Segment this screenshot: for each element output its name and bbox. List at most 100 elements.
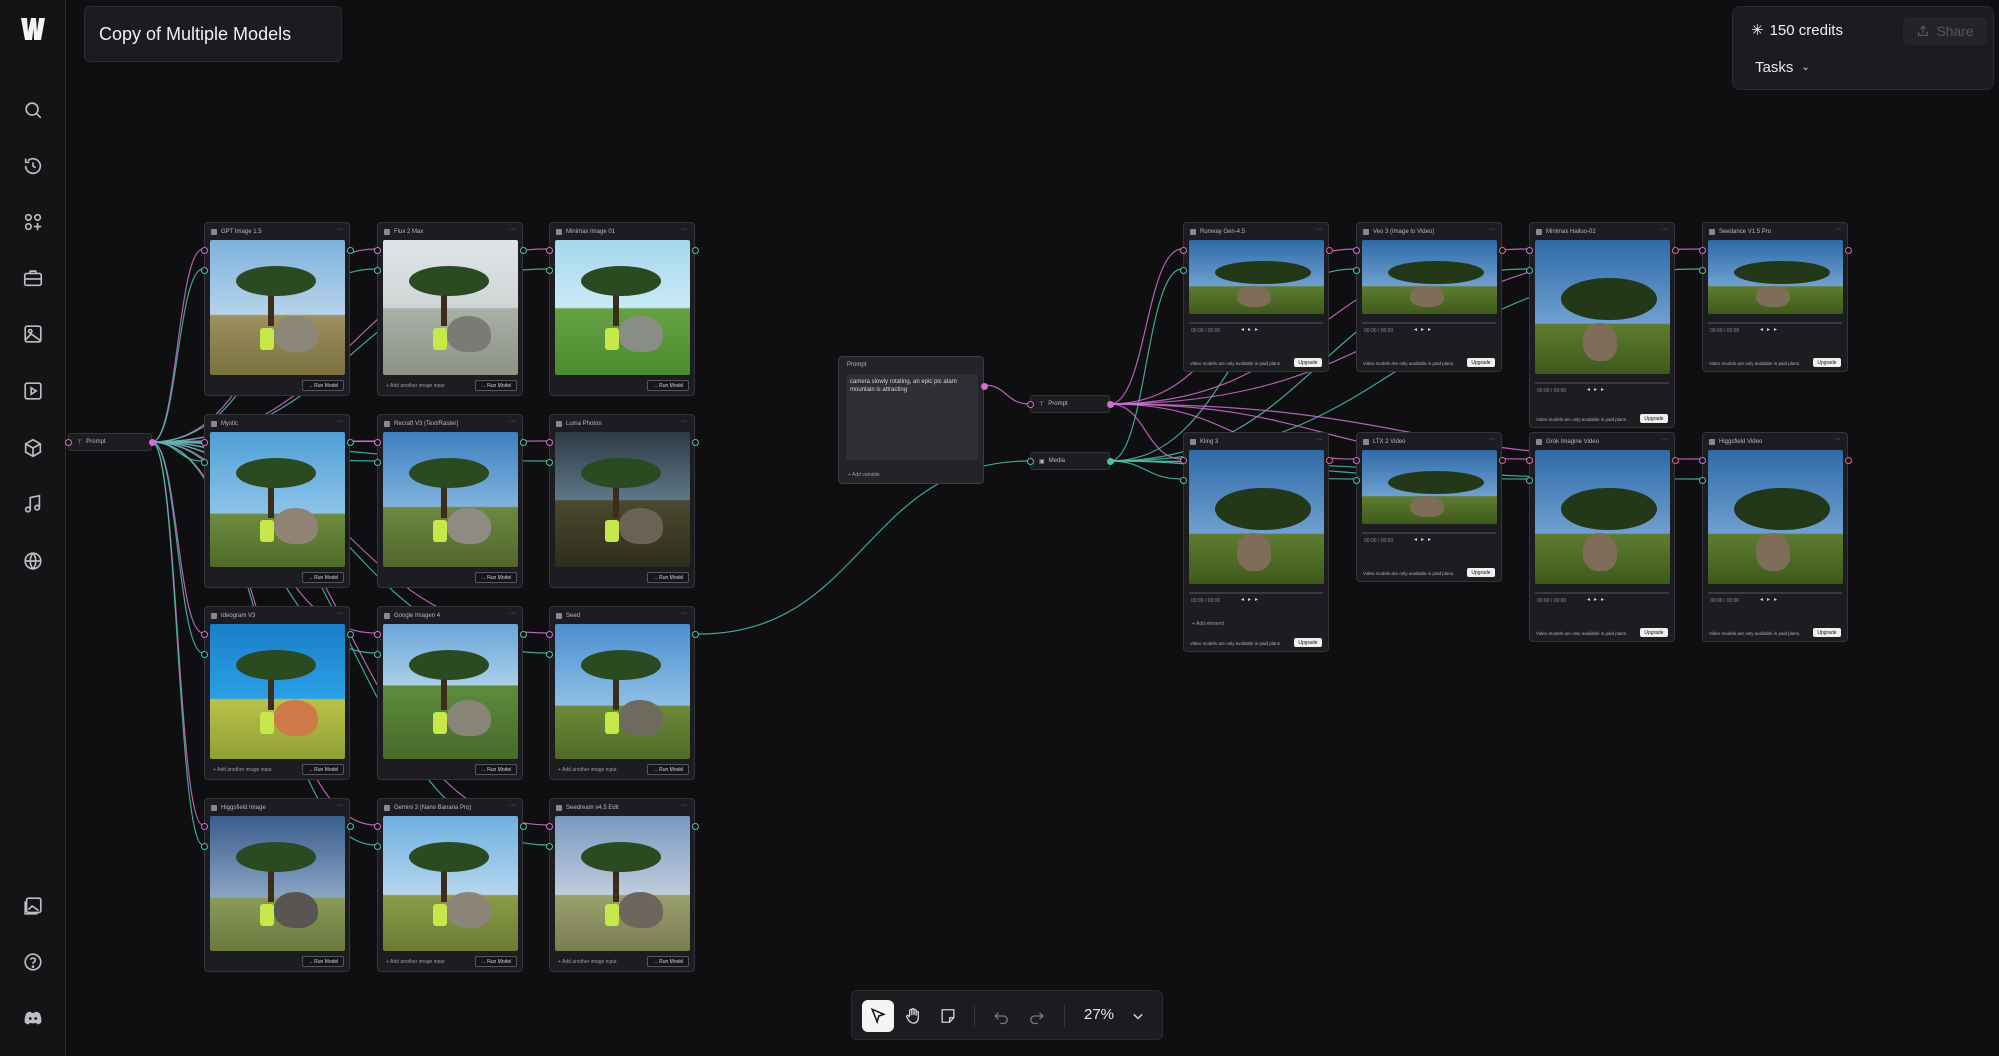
run-model-button[interactable]: → Run Model: [647, 380, 689, 391]
play-controls-icon[interactable]: ◂▸▸: [1414, 536, 1435, 543]
video-progress-bar[interactable]: [1362, 532, 1496, 534]
output-port-video[interactable]: [1672, 247, 1679, 254]
mid-prompt-input-port[interactable]: [1027, 401, 1034, 408]
run-model-button[interactable]: → Run Model: [647, 956, 689, 967]
input-port-prompt[interactable]: [1353, 457, 1360, 464]
video-progress-bar[interactable]: [1708, 322, 1842, 324]
output-port-image[interactable]: [692, 247, 699, 254]
video-progress-bar[interactable]: [1189, 592, 1323, 594]
run-model-button[interactable]: → Run Model: [302, 380, 344, 391]
add-image-input-button[interactable]: + Add another image input: [558, 767, 617, 773]
upgrade-button[interactable]: Upgrade: [1294, 638, 1322, 647]
prompt-node[interactable]: Prompt camera slowly rotating, an epic p…: [838, 356, 988, 484]
input-port-image[interactable]: [1353, 267, 1360, 274]
add-variable-button[interactable]: + Add variable: [848, 472, 880, 478]
input-port-image[interactable]: [1699, 477, 1706, 484]
run-model-button[interactable]: → Run Model: [302, 572, 344, 583]
video-preview[interactable]: [1535, 450, 1670, 584]
generated-image[interactable]: [383, 432, 518, 567]
more-options-icon[interactable]: ···: [681, 418, 688, 425]
edge[interactable]: [983, 384, 1030, 405]
upgrade-button[interactable]: Upgrade: [1813, 358, 1841, 367]
input-port-prompt[interactable]: [374, 439, 381, 446]
generated-image[interactable]: [383, 816, 518, 951]
generated-image[interactable]: [555, 432, 690, 567]
edge[interactable]: [151, 441, 204, 654]
image-model-node[interactable]: Recraft V3 (Text/Raster) ··· → Run Model: [374, 414, 527, 588]
globe-icon[interactable]: [17, 545, 49, 577]
output-port-image[interactable]: [347, 631, 354, 638]
project-title[interactable]: Copy of Multiple Models: [84, 6, 342, 62]
image-model-node[interactable]: Google Imagen 4 ··· → Run Model: [374, 606, 527, 780]
select-tool-icon[interactable]: [862, 1000, 894, 1032]
video-progress-bar[interactable]: [1535, 382, 1669, 384]
edge[interactable]: [151, 441, 204, 826]
output-port-video[interactable]: [1326, 247, 1333, 254]
app-logo[interactable]: [18, 14, 48, 44]
run-model-button[interactable]: → Run Model: [302, 764, 344, 775]
music-icon[interactable]: [17, 488, 49, 520]
video-controls[interactable]: 00:00 / 00:00 ◂▸▸: [1189, 592, 1323, 606]
input-port-image[interactable]: [201, 651, 208, 658]
video-progress-bar[interactable]: [1189, 322, 1323, 324]
video-controls[interactable]: 00:00 / 00:00 ◂▸▸: [1708, 322, 1842, 336]
input-port-prompt[interactable]: [1180, 247, 1187, 254]
prompt-text-area[interactable]: camera slowly rotating, an epic pic atam…: [846, 374, 978, 460]
generated-image[interactable]: [555, 816, 690, 951]
play-controls-icon[interactable]: ◂▸▸: [1760, 596, 1781, 603]
run-model-button[interactable]: → Run Model: [475, 764, 517, 775]
input-port-prompt[interactable]: [1353, 247, 1360, 254]
zoom-level[interactable]: 27%: [1084, 1006, 1114, 1023]
mid-media-input-port[interactable]: [1027, 458, 1034, 465]
image-model-node[interactable]: Minimax Image 01 ··· → Run Model: [546, 222, 699, 396]
more-options-icon[interactable]: ···: [1488, 226, 1495, 233]
output-port-image[interactable]: [692, 823, 699, 830]
generated-image[interactable]: [383, 240, 518, 375]
add-image-input-button[interactable]: + Add another image input: [558, 959, 617, 965]
edge[interactable]: [1109, 248, 1183, 405]
mid-media-output-port[interactable]: [1107, 458, 1114, 465]
input-port-prompt[interactable]: [546, 631, 553, 638]
video-preview[interactable]: [1362, 240, 1497, 314]
input-port-prompt[interactable]: [374, 247, 381, 254]
output-port-video[interactable]: [1845, 247, 1852, 254]
input-port-prompt[interactable]: [201, 439, 208, 446]
more-options-icon[interactable]: ···: [1834, 436, 1841, 443]
prompt-output-port[interactable]: [981, 383, 988, 390]
edge[interactable]: [151, 440, 204, 443]
image-model-node[interactable]: Ideogram V3 ··· + Add another image input →…: [201, 606, 354, 780]
input-port-prompt[interactable]: [1180, 457, 1187, 464]
upgrade-button[interactable]: Upgrade: [1294, 358, 1322, 367]
video-model-node[interactable]: Runway Gen-4.5 ··· 00:00 / 00:00 ◂▸▸ Video m…: [1180, 222, 1333, 372]
redo-icon[interactable]: [1021, 1000, 1053, 1032]
input-port-prompt[interactable]: [201, 247, 208, 254]
output-port-video[interactable]: [1499, 247, 1506, 254]
output-port-video[interactable]: [1845, 457, 1852, 464]
edge[interactable]: [698, 460, 1030, 635]
output-port-image[interactable]: [692, 631, 699, 638]
run-model-button[interactable]: → Run Model: [475, 380, 517, 391]
left-prompt-node[interactable]: ⊤ Prompt: [65, 433, 156, 451]
more-options-icon[interactable]: ···: [1661, 436, 1668, 443]
play-controls-icon[interactable]: ◂▸▸: [1587, 386, 1608, 393]
output-port-image[interactable]: [347, 823, 354, 830]
input-port-prompt[interactable]: [1699, 457, 1706, 464]
video-progress-bar[interactable]: [1708, 592, 1842, 594]
more-options-icon[interactable]: ···: [336, 418, 343, 425]
input-port-image[interactable]: [374, 651, 381, 658]
cube-icon[interactable]: [17, 432, 49, 464]
more-options-icon[interactable]: ···: [336, 226, 343, 233]
upgrade-button[interactable]: Upgrade: [1640, 414, 1668, 423]
video-progress-bar[interactable]: [1362, 322, 1496, 324]
video-model-node[interactable]: Kling 3 ··· 00:00 / 00:00 ◂▸▸ + Add element V…: [1180, 432, 1333, 652]
output-port-image[interactable]: [347, 439, 354, 446]
run-model-button[interactable]: → Run Model: [302, 956, 344, 967]
gallery-icon[interactable]: [17, 890, 49, 922]
zoom-dropdown-chevron-icon[interactable]: [1122, 1000, 1154, 1032]
input-port-prompt[interactable]: [1526, 247, 1533, 254]
play-controls-icon[interactable]: ◂▸▸: [1241, 326, 1262, 333]
input-port-image[interactable]: [546, 843, 553, 850]
more-options-icon[interactable]: ···: [1488, 436, 1495, 443]
input-port-image[interactable]: [1526, 267, 1533, 274]
image-model-node[interactable]: Seedream v4.5 Edit ··· + Add another image…: [546, 798, 699, 972]
